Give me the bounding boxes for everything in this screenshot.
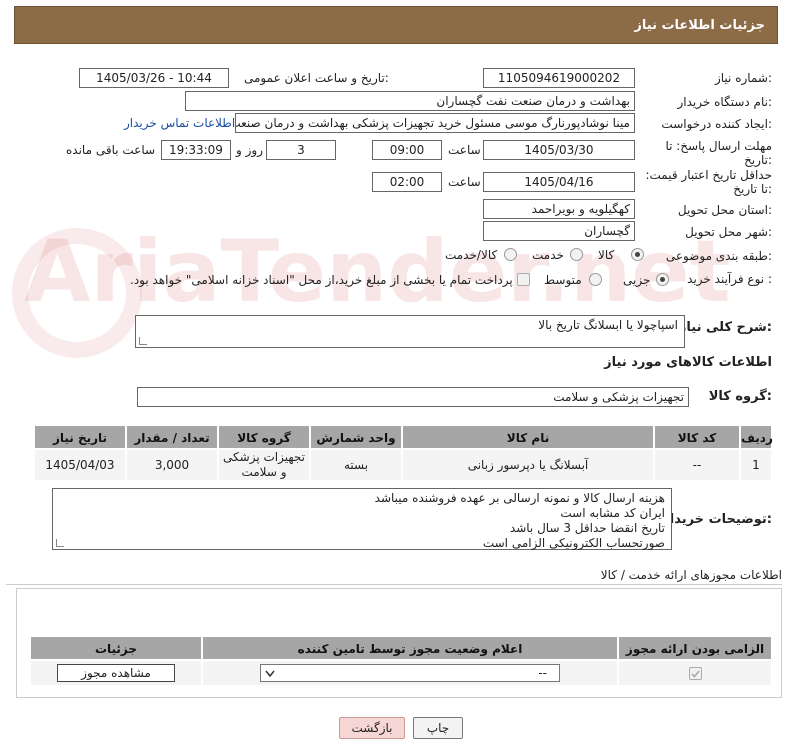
table-row-qty: 3,000: [126, 449, 218, 481]
category-radio-service[interactable]: [570, 248, 583, 261]
reply-date-field: 1405/03/30: [483, 140, 635, 160]
buyer-note-line: هزینه ارسال کالا و نمونه ارسالی بر عهده …: [374, 491, 665, 505]
process-option-minor: جزیی: [623, 273, 651, 287]
days-count-field: 3: [266, 140, 336, 160]
category-radio-goods[interactable]: [631, 248, 644, 261]
permit-required-cell: [618, 660, 772, 686]
buyer-note-line: ایران کد مشابه است: [560, 506, 665, 520]
table-row-index: 1: [740, 449, 772, 481]
table-row-group: تجهیزات پزشکی و سلامت: [218, 449, 310, 481]
need-number-label: شماره نیاز:: [714, 71, 772, 85]
permit-col-required: الزامی بودن ارائه مجوز: [618, 636, 772, 660]
col-group: گروه کالا: [218, 425, 310, 449]
price-date-field: 1405/04/16: [483, 172, 635, 192]
permit-col-status: اعلام وضعیت مجوز توسط تامین کننده: [202, 636, 618, 660]
col-qty: تعداد / مقدار: [126, 425, 218, 449]
description-text: اسپاچولا یا ابسلانگ تاریخ بالا: [538, 318, 678, 332]
divider: [6, 584, 782, 585]
table-row-name: آبسلانگ یا دپرسور زبانی: [402, 449, 654, 481]
category-option-service: خدمت: [532, 248, 564, 262]
goods-group-field: تجهیزات پزشکی و سلامت: [137, 387, 689, 407]
days-label: روز و: [236, 143, 263, 157]
table-row-date: 1405/04/03: [34, 449, 126, 481]
col-row: ردیف: [740, 425, 773, 449]
announce-field: 1405/03/26 - 10:44: [79, 68, 229, 88]
permit-required-checkbox: [688, 666, 702, 680]
announce-label: تاریخ و ساعت اعلان عمومی:: [244, 71, 389, 85]
treasury-checkbox[interactable]: [517, 273, 530, 286]
buyer-notes-label: توضیحات خریدار:: [662, 512, 772, 527]
process-radio-medium[interactable]: [589, 273, 602, 286]
back-button[interactable]: بازگشت: [339, 717, 405, 739]
col-unit: واحد شمارش: [310, 425, 402, 449]
province-field: کهگیلویه و بویراحمد: [483, 199, 635, 219]
buyer-note-line: تاریخ انقضا حداقل 3 سال باشد: [509, 521, 665, 535]
process-radio-minor[interactable]: [656, 273, 669, 286]
description-label: شرح کلی نیاز:: [678, 320, 772, 335]
goods-section-title: اطلاعات کالاهای مورد نیاز: [604, 355, 772, 370]
price-time-label: ساعت: [448, 175, 481, 189]
permit-details-cell: مشاهده مجوز: [30, 660, 202, 686]
col-code: کد کالا: [654, 425, 740, 449]
check-icon: [690, 669, 700, 678]
reply-time-field: 09:00: [372, 140, 442, 160]
table-row-unit: بسته: [310, 449, 402, 481]
payment-note: پرداخت تمام یا بخشی از مبلغ خرید،از محل …: [130, 273, 513, 287]
reply-deadline-label: مهلت ارسال پاسخ: تا تاریخ:: [665, 139, 772, 167]
col-name: نام کالا: [402, 425, 654, 449]
goods-group-label: گروه کالا:: [708, 389, 772, 404]
category-label: طبقه بندی موضوعی:: [665, 249, 772, 263]
permit-status-select[interactable]: --: [260, 664, 560, 682]
price-deadline-label: حداقل تاریخ اعتبار قیمت: تا تاریخ:: [645, 168, 772, 196]
process-option-medium: متوسط: [544, 273, 582, 287]
resize-grip-icon[interactable]: [139, 337, 147, 345]
buyer-note-line: صورتحساب الکترونیکی الزامی است: [482, 536, 665, 550]
page-header: جزئیات اطلاعات نیاز: [14, 6, 778, 44]
province-label: استان محل تحویل:: [677, 203, 772, 217]
need-number-field: 1105094619000202: [483, 68, 635, 88]
buyer-org-field: بهداشت و درمان صنعت نفت گچساران: [185, 91, 635, 111]
print-button[interactable]: چاپ: [413, 717, 463, 739]
chevron-down-icon: [265, 670, 275, 678]
contact-buyer-link[interactable]: اطلاعات تماس خریدار: [124, 116, 235, 130]
category-option-goods-service: کالا/خدمت: [445, 248, 498, 262]
watermark-seal: [12, 228, 142, 358]
resize-grip-icon[interactable]: [56, 539, 64, 547]
buyer-notes-field: هزینه ارسال کالا و نمونه ارسالی بر عهده …: [52, 488, 672, 550]
permit-col-details: جزئیات: [30, 636, 202, 660]
watermark-logo: AriaTender.net: [24, 222, 731, 322]
requester-label: ایجاد کننده درخواست:: [661, 117, 772, 131]
permit-status-cell: --: [202, 660, 618, 686]
category-radio-goods-service[interactable]: [504, 248, 517, 261]
view-permit-button[interactable]: مشاهده مجوز: [57, 664, 175, 682]
process-label: نوع فرآیند خرید :: [687, 272, 772, 286]
requester-field: مینا نوشادپورنارگ موسی مسئول خرید تجهیزا…: [235, 113, 635, 133]
city-label: شهر محل تحویل:: [685, 225, 772, 239]
price-time-field: 02:00: [372, 172, 442, 192]
table-row-code: --: [654, 449, 740, 481]
permit-status-value: --: [538, 666, 547, 680]
description-field: اسپاچولا یا ابسلانگ تاریخ بالا: [135, 315, 685, 348]
permits-section-title: اطلاعات مجوزهای ارائه خدمت / کالا: [600, 568, 782, 582]
category-option-goods: کالا: [598, 248, 615, 262]
page-title: جزئیات اطلاعات نیاز: [634, 18, 765, 33]
remaining-time-field: 19:33:09: [161, 140, 231, 160]
col-date: تاریخ نیاز: [34, 425, 126, 449]
remaining-label: ساعت باقی مانده: [66, 143, 156, 157]
city-field: گچساران: [483, 221, 635, 241]
buyer-org-label: نام دستگاه خریدار:: [677, 95, 773, 109]
reply-time-label: ساعت: [448, 143, 481, 157]
